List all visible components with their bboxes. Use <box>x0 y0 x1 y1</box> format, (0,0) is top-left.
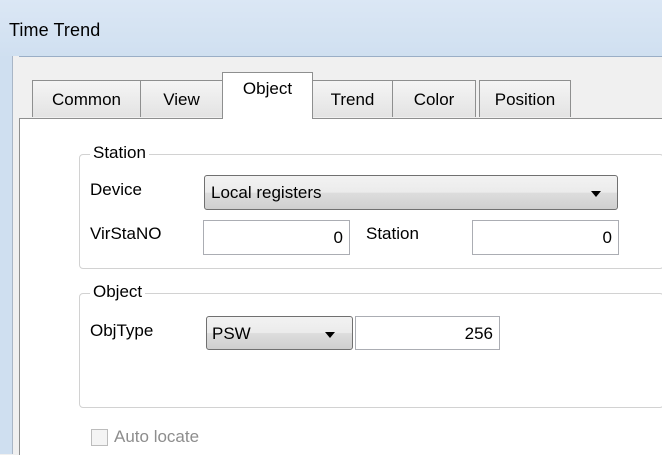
tab-color[interactable]: Color <box>392 80 476 117</box>
station-input[interactable]: 0 <box>472 220 619 255</box>
object-group <box>79 293 662 408</box>
device-dropdown[interactable]: Local registers <box>204 175 618 210</box>
device-label: Device <box>90 180 142 199</box>
tab-position-label: Position <box>494 90 556 109</box>
frame-edge <box>0 56 13 454</box>
chevron-down-icon <box>591 191 601 197</box>
device-dropdown-value: Local registers <box>211 183 322 202</box>
chevron-down-icon <box>325 332 335 338</box>
tab-view[interactable]: View <box>140 80 223 117</box>
tab-view-label: View <box>163 90 200 109</box>
tab-trend[interactable]: Trend <box>312 80 393 117</box>
objtype-label: ObjType <box>90 321 154 340</box>
virstano-value: 0 <box>333 228 343 247</box>
window-title: Time Trend <box>9 20 101 40</box>
objtype-dropdown[interactable]: PSW <box>206 316 353 350</box>
tab-object[interactable]: Object <box>222 72 313 119</box>
objtype-dropdown-value: PSW <box>212 324 251 343</box>
tab-position[interactable]: Position <box>479 80 571 117</box>
virstano-label: VirStaNO <box>90 224 162 243</box>
tab-trend-label: Trend <box>330 90 375 109</box>
station-label: Station <box>366 224 419 243</box>
station-group-title: Station <box>90 143 149 163</box>
tab-common-label: Common <box>52 90 121 109</box>
object-address-input[interactable]: 256 <box>355 316 500 350</box>
station-value: 0 <box>602 228 612 247</box>
auto-locate-checkbox[interactable] <box>91 429 108 446</box>
tab-panel-object: Station Device Local registers VirStaNO … <box>19 118 662 455</box>
auto-locate-label: Auto locate <box>114 427 200 446</box>
object-address-value: 256 <box>464 324 493 343</box>
object-group-title: Object <box>90 282 146 302</box>
virstano-input[interactable]: 0 <box>203 220 350 255</box>
tab-color-label: Color <box>413 90 455 109</box>
tab-object-label: Object <box>242 79 293 98</box>
tab-common[interactable]: Common <box>32 80 141 117</box>
